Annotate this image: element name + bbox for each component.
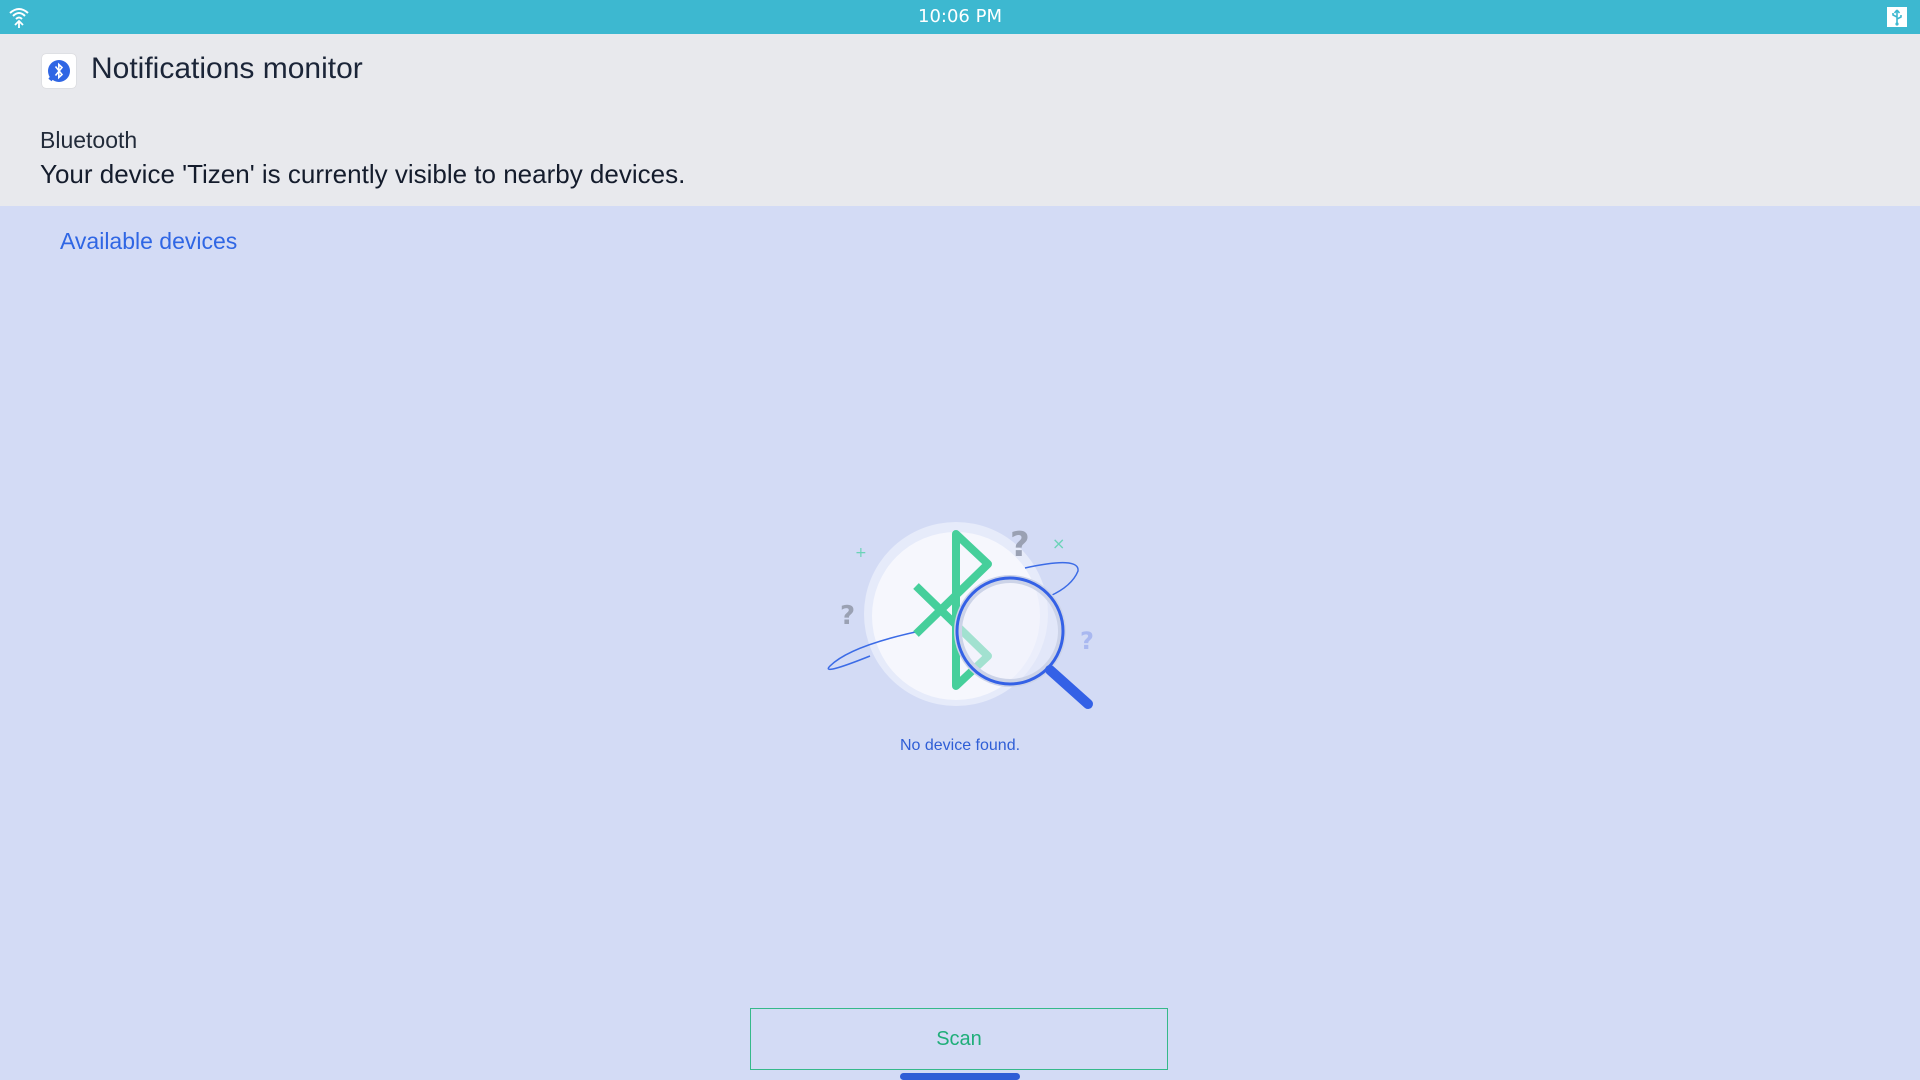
empty-state-text: No device found.	[899, 737, 1021, 754]
available-devices-title: Available devices	[60, 228, 238, 254]
svg-text:×: ×	[1052, 534, 1065, 553]
scan-button[interactable]: Scan	[750, 1008, 1168, 1070]
svg-text:?: ?	[1010, 525, 1030, 565]
bluetooth-label: Bluetooth	[40, 127, 138, 153]
header: Notifications monitor Bluetooth Your dev…	[0, 34, 1920, 206]
status-bar: 10:06 PM	[0, 0, 1920, 34]
visibility-text: Your device 'Tizen' is currently visible…	[40, 159, 686, 189]
usb-icon	[1887, 7, 1907, 27]
svg-text:+: +	[855, 545, 867, 561]
bluetooth-search-icon: ? ? ? + ×	[827, 522, 1094, 709]
home-indicator[interactable]	[900, 1073, 1020, 1080]
app-title: Notifications monitor	[91, 52, 363, 85]
svg-text:?: ?	[1080, 627, 1094, 655]
main-content: Available devices ? ? ? + × No device fo…	[0, 206, 1920, 1080]
svg-text:?: ?	[840, 601, 855, 631]
bluetooth-app-icon	[42, 54, 76, 88]
status-time: 10:06 PM	[918, 6, 1002, 27]
